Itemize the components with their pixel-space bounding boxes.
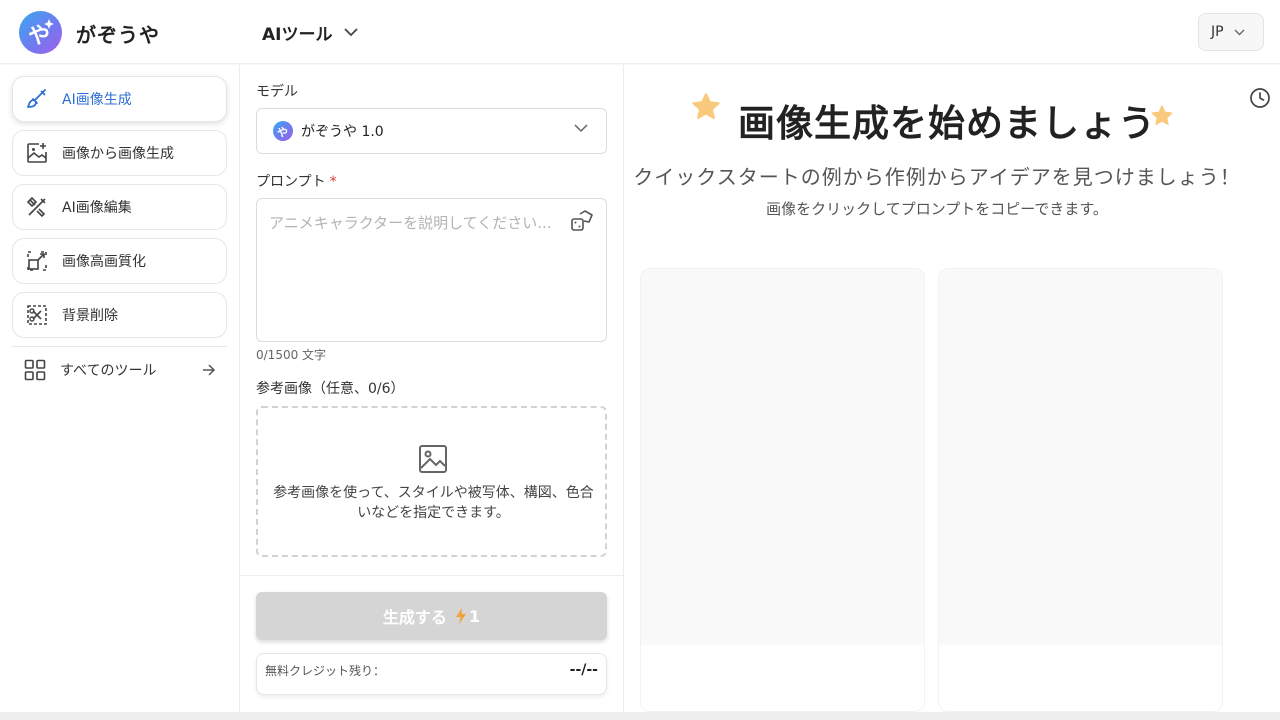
page-title: 画像生成を始めましょう: [738, 102, 1156, 145]
prompt-label-text: プロンプト: [256, 174, 326, 190]
sidebar-item-image-upscale[interactable]: 画像高画質化: [12, 238, 227, 284]
sidebar-item-background-removal[interactable]: 背景削除: [12, 292, 227, 338]
model-label: モデル: [256, 84, 298, 100]
prompt-input[interactable]: [269, 211, 559, 329]
generation-form: モデル や がぞうや 1.0 プロンプト* 0/1500 文字 参考画像（任意、…: [240, 65, 624, 712]
random-prompt-icon[interactable]: [570, 209, 594, 233]
sidebar-item-label: AI画像生成: [62, 92, 132, 108]
page-subtitle: クイックスタートの例から作例からアイデアを見つけましょう！: [633, 165, 1241, 189]
required-mark: *: [329, 174, 337, 190]
model-select-value: がぞうや 1.0: [301, 124, 384, 140]
sidebar-item-label: 画像から画像生成: [62, 146, 174, 162]
sidebar-item-label: 画像高画質化: [62, 254, 146, 270]
top-header: や がぞうや AIツール JP: [0, 0, 1280, 64]
prompt-label: プロンプト *: [256, 171, 337, 191]
page-note: 画像をクリックしてプロンプトをコピーできます。: [766, 200, 1108, 218]
sidebar-item-label: 背景削除: [62, 308, 118, 324]
generate-cost-value: 1: [468, 606, 481, 626]
image-plus-icon: [25, 141, 49, 165]
background-remove-icon: [25, 303, 49, 327]
svg-text:や: や: [28, 24, 50, 49]
sidebar-divider: [12, 346, 227, 347]
model-logo-icon: や: [273, 121, 293, 141]
chevron-down-icon: [574, 124, 588, 133]
star-icon: [692, 93, 720, 119]
chevron-down-icon: [344, 28, 359, 37]
credit-info: 無料クレジット残り： --/--: [256, 653, 607, 695]
credit-value: --/--: [569, 662, 598, 678]
image-upload-icon: [419, 445, 447, 473]
lightning-icon: [455, 608, 466, 624]
form-divider: [240, 575, 623, 576]
brush-icon: [25, 87, 49, 111]
example-image-placeholder: [641, 269, 924, 645]
history-icon[interactable]: [1249, 87, 1271, 109]
generate-button[interactable]: 生成する 1: [256, 592, 607, 640]
brand-name[interactable]: がぞうや: [76, 19, 160, 48]
all-tools-label: すべてのツール: [60, 363, 157, 379]
sidebar-item-ai-image-editing[interactable]: AI画像編集: [12, 184, 227, 230]
ai-tools-menu[interactable]: AIツール: [262, 20, 359, 45]
example-card[interactable]: [938, 268, 1223, 712]
character-count: 0/1500 文字: [256, 348, 327, 362]
all-tools-link[interactable]: すべてのツール: [24, 357, 216, 383]
edit-tools-icon: [25, 195, 49, 219]
logo[interactable]: や: [19, 11, 62, 54]
prompt-box: [256, 198, 607, 342]
sidebar: AI画像生成 画像から画像生成 AI画像編集 画像高画質化 背景削除 すべてのツ…: [0, 65, 240, 712]
main-panel: 画像生成を始めましょう クイックスタートの例から作例からアイデアを見つけましょう…: [624, 65, 1280, 712]
reference-image-label: 参考画像（任意、0/6）: [256, 381, 405, 397]
sidebar-item-image-to-image[interactable]: 画像から画像生成: [12, 130, 227, 176]
sidebar-item-ai-image-generation[interactable]: AI画像生成: [12, 76, 227, 122]
chevron-down-icon: [1234, 29, 1245, 35]
bottom-scrollbar: [0, 712, 1280, 720]
example-card[interactable]: [640, 268, 925, 712]
language-select[interactable]: JP: [1198, 13, 1264, 51]
credit-label: 無料クレジット残り：: [265, 664, 386, 678]
generate-button-label: 生成する: [382, 608, 447, 627]
grid-icon: [24, 359, 46, 381]
upscale-icon: [25, 249, 49, 273]
example-image-placeholder: [939, 269, 1222, 645]
svg-text:や: や: [277, 126, 288, 139]
logo-mark-icon: や: [28, 19, 54, 49]
star-icon: [1151, 105, 1173, 125]
generate-cost: 1: [455, 607, 480, 626]
sidebar-item-label: AI画像編集: [62, 200, 132, 216]
reference-image-hint: 参考画像を使って、スタイルや被写体、構図、色合いなどを指定できます。: [273, 485, 594, 521]
arrow-right-icon: [203, 364, 216, 376]
reference-image-dropzone[interactable]: 参考画像を使って、スタイルや被写体、構図、色合いなどを指定できます。: [256, 406, 607, 557]
ai-tools-menu-label: AIツール: [262, 25, 333, 45]
language-label: JP: [1211, 24, 1224, 40]
model-select[interactable]: や がぞうや 1.0: [256, 108, 607, 154]
